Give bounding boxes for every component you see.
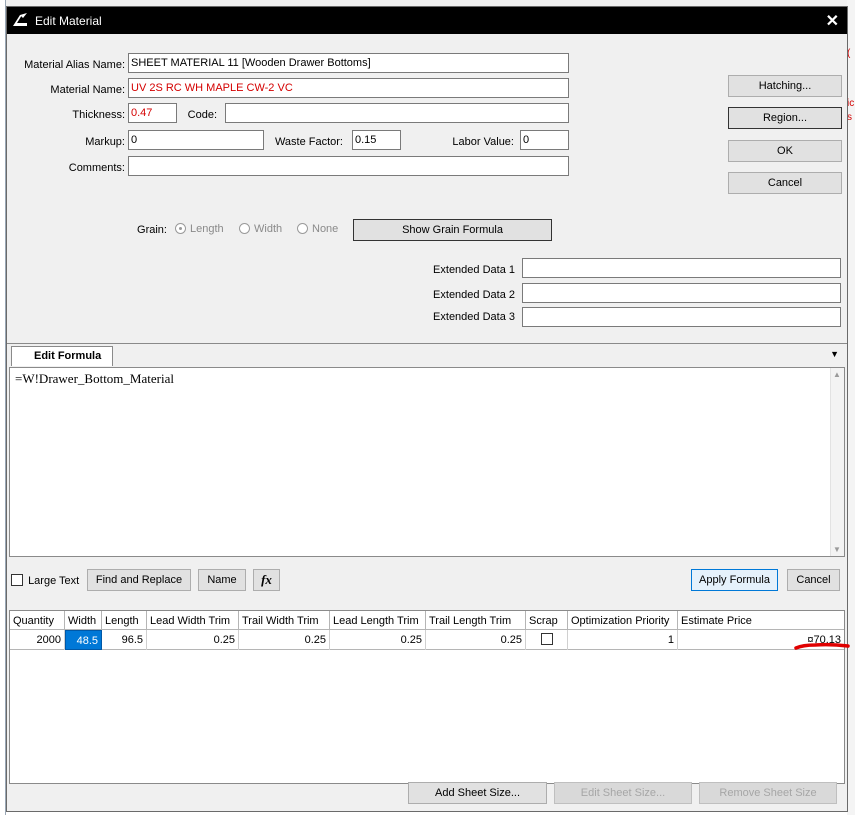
material-name-label: Material Name: <box>50 84 125 96</box>
code-input[interactable] <box>225 103 569 123</box>
cell-length[interactable]: 96.5 <box>102 630 147 650</box>
markup-label: Markup: <box>85 136 125 148</box>
cancel-button[interactable]: Cancel <box>728 172 842 194</box>
col-trail-length-trim[interactable]: Trail Length Trim <box>426 611 526 630</box>
hatching-button[interactable]: Hatching... <box>728 75 842 97</box>
scroll-up-icon[interactable]: ▲ <box>833 370 841 379</box>
extended-data-1-input[interactable] <box>522 258 841 278</box>
col-lead-length-trim[interactable]: Lead Length Trim <box>330 611 426 630</box>
extended-data-1-label: Extended Data 1 <box>433 264 515 276</box>
cell-trail-length-trim[interactable]: 0.25 <box>426 630 526 650</box>
large-text-label: Large Text <box>28 575 80 587</box>
col-estimate-price[interactable]: Estimate Price <box>678 611 848 630</box>
app-logo-icon <box>13 13 27 26</box>
alias-input[interactable]: SHEET MATERIAL 11 [Wooden Drawer Bottoms… <box>128 53 569 73</box>
formula-tabstrip: Edit Formula ▼ <box>7 343 847 366</box>
cell-scrap[interactable] <box>526 630 568 650</box>
grain-label: Grain: <box>137 224 167 236</box>
edit-material-dialog: Edit Material ✕ Material Alias Name: SHE… <box>6 6 848 812</box>
col-width[interactable]: Width <box>65 611 102 630</box>
close-icon[interactable]: ✕ <box>826 11 839 31</box>
radio-empty-icon <box>297 223 308 234</box>
cell-lead-width-trim[interactable]: 0.25 <box>147 630 239 650</box>
labor-value-label: Labor Value: <box>452 136 514 148</box>
grain-none-radio[interactable]: None <box>297 223 338 235</box>
formula-editor[interactable]: =W!Drawer_Bottom_Material ▲ ▼ <box>9 367 845 557</box>
col-lead-width-trim[interactable]: Lead Width Trim <box>147 611 239 630</box>
waste-factor-label: Waste Factor: <box>274 136 343 148</box>
grain-width-radio[interactable]: Width <box>239 223 282 235</box>
show-grain-formula-button[interactable]: Show Grain Formula <box>353 219 552 241</box>
sheet-size-grid: Quantity Width Length Lead Width Trim Tr… <box>9 610 845 784</box>
dialog-title: Edit Material <box>35 14 102 28</box>
cell-lead-length-trim[interactable]: 0.25 <box>330 630 426 650</box>
large-text-checkbox[interactable] <box>11 574 23 586</box>
material-name-input[interactable]: UV 2S RC WH MAPLE CW-2 VC <box>128 78 569 98</box>
find-replace-button[interactable]: Find and Replace <box>87 569 191 591</box>
scrap-checkbox[interactable] <box>540 633 553 645</box>
name-button[interactable]: Name <box>198 569 246 591</box>
large-text-toggle[interactable]: Large Text <box>11 574 79 587</box>
labor-value-input[interactable]: 0 <box>520 130 569 150</box>
comments-label: Comments: <box>68 162 125 174</box>
col-scrap[interactable]: Scrap <box>526 611 568 630</box>
grain-length-radio[interactable]: Length <box>175 223 224 235</box>
col-trail-width-trim[interactable]: Trail Width Trim <box>239 611 330 630</box>
col-optimization-priority[interactable]: Optimization Priority <box>568 611 678 630</box>
red-annotation-underline <box>794 642 850 650</box>
formula-cancel-button[interactable]: Cancel <box>787 569 840 591</box>
extended-data-2-input[interactable] <box>522 283 841 303</box>
background-window-right: ( ic s <box>847 0 855 815</box>
function-icon[interactable]: fx <box>253 569 280 591</box>
waste-factor-input[interactable]: 0.15 <box>352 130 401 150</box>
radio-selected-icon <box>175 223 186 234</box>
radio-empty-icon <box>239 223 250 234</box>
cell-trail-width-trim[interactable]: 0.25 <box>239 630 330 650</box>
alias-label: Material Alias Name: <box>24 59 125 71</box>
add-sheet-size-button[interactable]: Add Sheet Size... <box>408 782 547 804</box>
cell-optimization-priority[interactable]: 1 <box>568 630 678 650</box>
grid-header: Quantity Width Length Lead Width Trim Tr… <box>10 611 844 630</box>
col-quantity[interactable]: Quantity <box>10 611 65 630</box>
tab-edit-formula[interactable]: Edit Formula <box>11 346 113 366</box>
thickness-input[interactable]: 0.47 <box>128 103 177 123</box>
markup-input[interactable]: 0 <box>128 130 264 150</box>
code-label: Code: <box>187 109 217 121</box>
extended-data-3-label: Extended Data 3 <box>433 311 515 323</box>
cell-width[interactable]: 48.5 <box>65 630 102 650</box>
region-button[interactable]: Region... <box>728 107 842 129</box>
editor-scrollbar[interactable]: ▲ ▼ <box>830 368 844 556</box>
cell-quantity[interactable]: 2000 <box>10 630 65 650</box>
chevron-down-icon[interactable]: ▼ <box>830 349 839 359</box>
apply-formula-button[interactable]: Apply Formula <box>691 569 778 591</box>
scroll-down-icon[interactable]: ▼ <box>833 545 841 554</box>
comments-input[interactable] <box>128 156 569 176</box>
col-length[interactable]: Length <box>102 611 147 630</box>
edit-sheet-size-button[interactable]: Edit Sheet Size... <box>554 782 692 804</box>
formula-text: =W!Drawer_Bottom_Material <box>15 371 174 386</box>
remove-sheet-size-button[interactable]: Remove Sheet Size <box>699 782 837 804</box>
thickness-label: Thickness: <box>72 109 125 121</box>
extended-data-2-label: Extended Data 2 <box>433 289 515 301</box>
ok-button[interactable]: OK <box>728 140 842 162</box>
extended-data-3-input[interactable] <box>522 307 841 327</box>
table-row[interactable]: 2000 48.5 96.5 0.25 0.25 0.25 0.25 1 ¤70… <box>10 630 844 650</box>
title-bar: Edit Material ✕ <box>7 7 847 34</box>
